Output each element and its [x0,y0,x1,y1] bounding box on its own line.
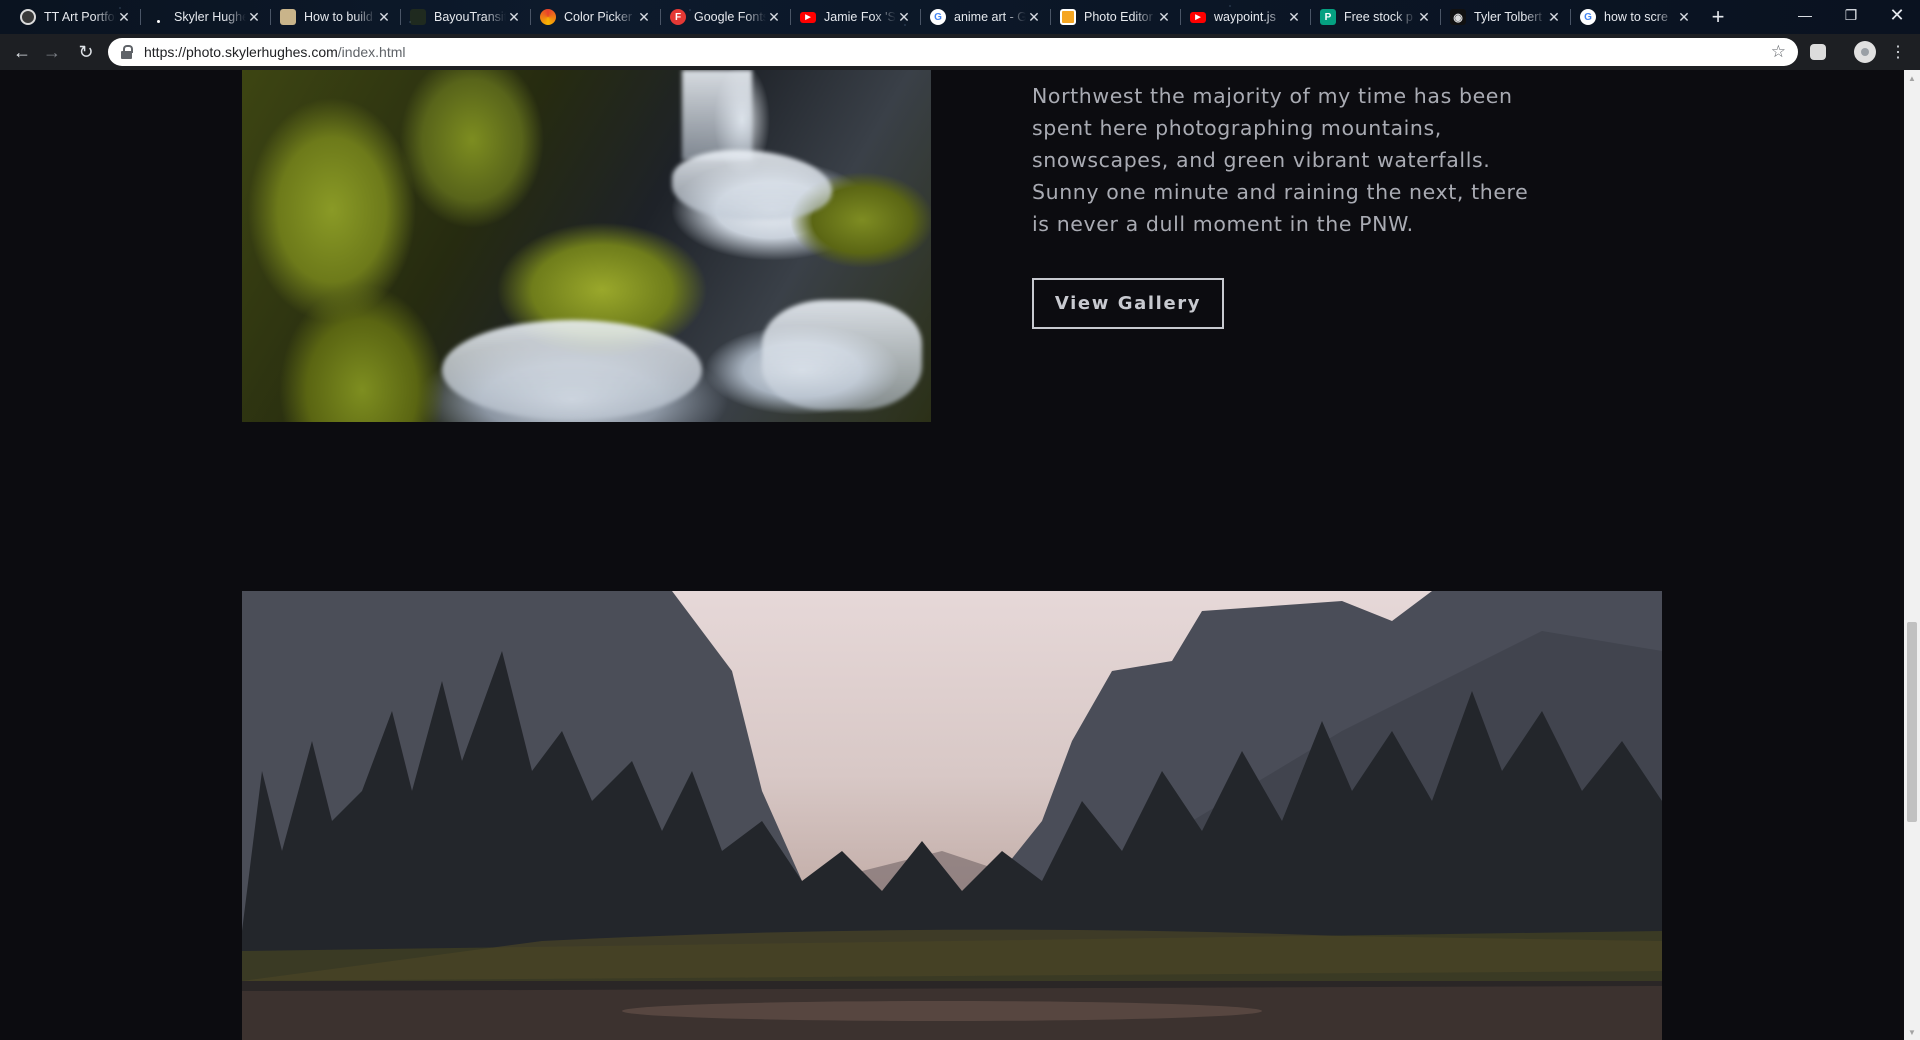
tab-title: TT Art Portfolio [44,10,116,24]
waterfall-stream [672,150,832,220]
close-icon[interactable]: ✕ [1416,9,1432,25]
close-window-button[interactable]: ✕ [1874,0,1920,30]
url-text[interactable]: https://photo.skylerhughes.com/index.htm… [144,44,1771,60]
tab[interactable]: Ganime art - G ✕ [920,4,1050,30]
close-icon[interactable]: ✕ [1286,9,1302,25]
restore-button[interactable]: ❐ [1828,0,1874,30]
close-icon[interactable]: ✕ [766,9,782,25]
leaf-icon [410,9,426,25]
close-icon[interactable]: ✕ [376,9,392,25]
vertical-scrollbar[interactable]: ▲ ▼ [1904,70,1920,1040]
minimize-button[interactable]: — [1782,0,1828,30]
scrollbar-thumb[interactable] [1907,622,1917,822]
reload-button[interactable]: ↻ [72,38,100,66]
tab[interactable]: ◉ Tyler Tolbert ✕ [1440,4,1570,30]
tab-title: BayouTransit [434,10,506,24]
address-bar[interactable]: https://photo.skylerhughes.com/index.htm… [108,38,1798,66]
dot-icon [150,9,166,25]
url-host: https://photo.skylerhughes.com [144,44,338,60]
tab-title: Jamie Fox 'St [824,10,896,24]
forward-button[interactable]: → [38,38,66,66]
yosemite-valley-photo [242,591,1662,1040]
tab-title: Google Fonts [694,10,766,24]
page-icon [280,9,296,25]
close-icon[interactable]: ✕ [896,9,912,25]
bookmark-star-icon[interactable]: ☆ [1771,42,1786,62]
tab-title: anime art - G [954,10,1026,24]
tab-title: How to build [304,10,373,24]
tab-list: TT Art Portfolio✕ Skyler Hughes✕ How to … [10,4,1700,30]
close-icon[interactable]: ✕ [1156,9,1172,25]
google-fonts-icon: F [670,9,686,25]
tab[interactable]: How to build ✕ [270,4,400,30]
profile-avatar-icon[interactable] [1854,41,1876,63]
close-icon[interactable]: ✕ [1546,9,1562,25]
url-path: /index.html [337,44,406,60]
tab[interactable]: TT Art Portfolio✕ [10,4,140,30]
tab-title: Tyler Tolbert [1474,10,1542,24]
google-icon: G [1580,9,1596,25]
color-wheel-icon [540,9,556,25]
page-viewport: Northwest the majority of my time has be… [0,70,1904,1040]
photo-editor-icon [1060,9,1076,25]
section-description: Northwest the majority of my time has be… [1032,84,1529,236]
tab[interactable]: F Google Fonts ✕ [660,4,790,30]
extension-icon[interactable] [1810,44,1826,60]
tab[interactable]: Photo Editor ✕ [1050,4,1180,30]
pexels-icon: P [1320,9,1336,25]
youtube-icon: ▶ [1190,11,1206,23]
waterfall-stream [682,70,752,160]
tab[interactable]: Color Picker ✕ [530,4,660,30]
tab-title: Color Picker [564,10,633,24]
scroll-up-arrow-icon[interactable]: ▲ [1904,70,1920,86]
close-icon[interactable]: ✕ [1026,9,1042,25]
close-icon[interactable]: ✕ [506,9,522,25]
menu-kebab-icon[interactable]: ⋮ [1884,38,1912,66]
close-icon[interactable]: ✕ [116,9,132,25]
new-tab-button[interactable]: + [1706,4,1730,29]
youtube-icon: ▶ [800,11,816,23]
back-button[interactable]: ← [8,38,36,66]
waterfall-stream [442,320,702,420]
tab-title: Free stock p [1344,10,1413,24]
mask-icon: ◉ [1450,9,1466,25]
tab[interactable]: Skyler Hughes✕ [140,4,270,30]
tab-title: Photo Editor [1084,10,1153,24]
google-icon: G [930,9,946,25]
tab[interactable]: P Free stock p ✕ [1310,4,1440,30]
tab-title: how to scre [1604,10,1668,24]
view-gallery-button[interactable]: View Gallery [1032,278,1224,329]
tab-title: Skyler Hughes [174,10,246,24]
tab[interactable]: ▶ waypoint.js ✕ [1180,4,1310,30]
valley-landscape [242,591,1662,1040]
close-icon[interactable]: ✕ [246,9,262,25]
tab[interactable]: ▶ Jamie Fox 'St ✕ [790,4,920,30]
close-icon[interactable]: ✕ [636,9,652,25]
scroll-down-arrow-icon[interactable]: ▼ [1904,1024,1920,1040]
close-icon[interactable]: ✕ [1676,9,1692,25]
lock-icon [120,45,134,59]
tab[interactable]: BayouTransit ✕ [400,4,530,30]
tab-strip: TT Art Portfolio✕ Skyler Hughes✕ How to … [0,0,1920,34]
tab-title: waypoint.js [1214,10,1276,24]
tab[interactable]: Ghow to scre ✕ [1570,4,1700,30]
mossy-waterfall-photo [242,70,931,422]
globe-icon [20,9,36,25]
waterfall-stream [762,300,922,410]
browser-toolbar: ← → ↻ https://photo.skylerhughes.com/ind… [0,34,1920,70]
